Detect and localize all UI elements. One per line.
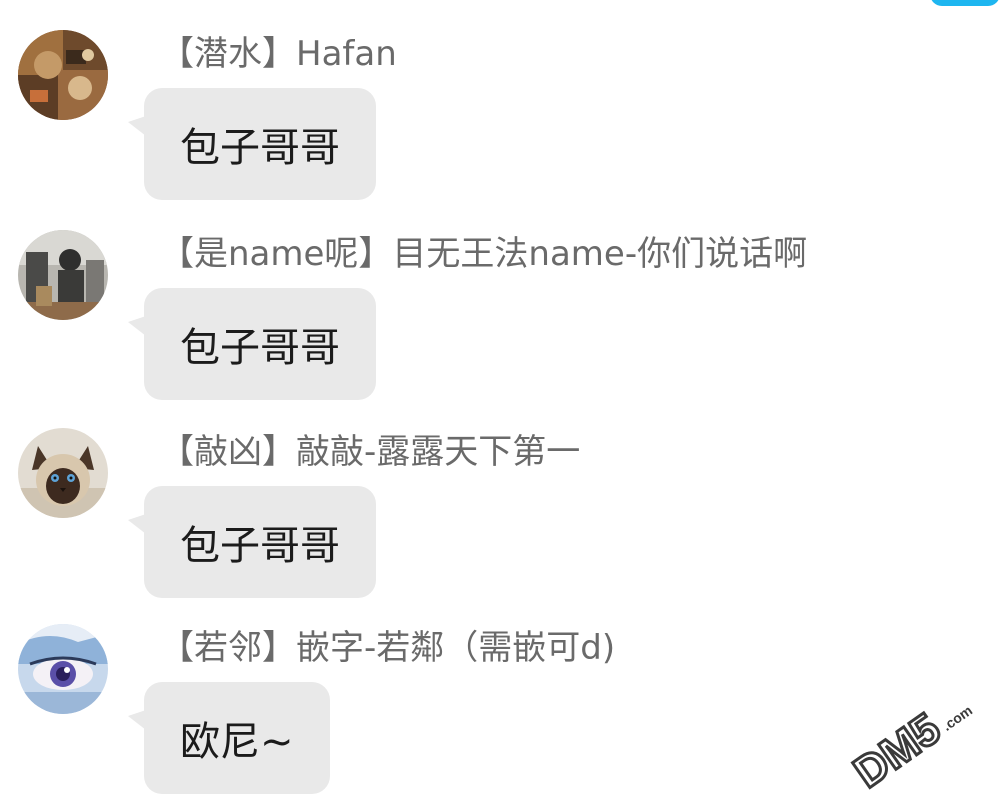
sender-name: 【若邻】嵌字-若鄰（需嵌可d) — [160, 628, 616, 668]
message-text: 包子哥哥 — [180, 523, 340, 569]
sender-name: 【是name呢】目无王法name-你们说话啊 — [160, 234, 808, 274]
message-bubble[interactable]: 包子哥哥 — [128, 88, 376, 200]
avatar-siamese-cat-icon[interactable] — [18, 428, 108, 518]
dm5-watermark-logo: DM5 .com — [836, 683, 986, 799]
message-text: 包子哥哥 — [180, 325, 340, 371]
chat-message-list: 【潜水】Hafan 包子哥哥 【是name呢】目无王法name-你们说话啊 包子… — [0, 0, 1000, 811]
message-bubble[interactable]: 欧尼~ — [128, 682, 330, 794]
avatar-scrapbook-icon[interactable] — [18, 30, 108, 120]
message-bubble[interactable]: 包子哥哥 — [128, 288, 376, 400]
message-text: 欧尼~ — [180, 719, 294, 765]
sender-name: 【潜水】Hafan — [160, 34, 397, 74]
sender-name: 【敲凶】敲敲-露露天下第一 — [160, 432, 581, 472]
avatar-anime-eye-icon[interactable] — [18, 624, 108, 714]
message-bubble[interactable]: 包子哥哥 — [128, 486, 376, 598]
watermark-text: DM5 — [845, 704, 949, 793]
message-text: 包子哥哥 — [180, 125, 340, 171]
top-accent-button[interactable] — [930, 0, 1000, 6]
avatar-photo-icon[interactable] — [18, 230, 108, 320]
watermark-suffix: .com — [939, 702, 975, 734]
